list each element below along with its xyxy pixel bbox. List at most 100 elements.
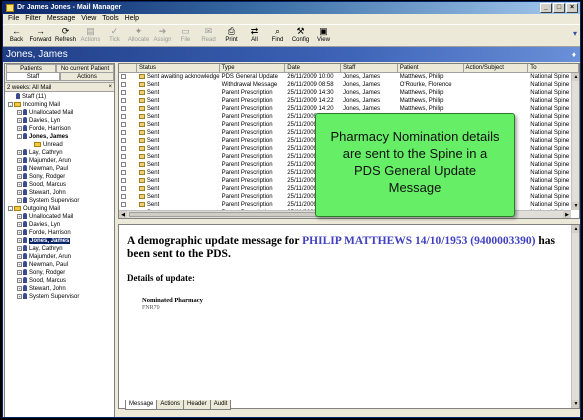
tree-item[interactable]: + Newman, Paul — [5, 165, 114, 173]
menu-help[interactable]: Help — [122, 14, 142, 24]
row-checkbox[interactable] — [121, 121, 126, 127]
file-button[interactable]: ▭ File — [174, 25, 197, 46]
expand-icon[interactable]: + — [17, 245, 22, 251]
expand-icon[interactable]: + — [17, 277, 22, 283]
row-select-cell[interactable] — [119, 73, 137, 81]
expand-icon[interactable]: + — [17, 285, 22, 291]
expand-icon[interactable]: + — [17, 149, 22, 155]
menu-tools[interactable]: Tools — [99, 14, 121, 24]
expand-icon[interactable]: + — [17, 269, 22, 275]
tab-header[interactable]: Header — [183, 400, 211, 410]
column-header-to[interactable]: To — [528, 64, 579, 72]
expand-icon[interactable]: + — [17, 173, 22, 179]
row-checkbox[interactable] — [121, 153, 126, 159]
row-checkbox[interactable] — [121, 81, 126, 87]
tree-item[interactable]: + Lay, Cathryn — [5, 245, 114, 253]
column-header-select[interactable] — [119, 64, 137, 72]
all-button[interactable]: ⇄ All — [243, 25, 266, 46]
tree-item[interactable]: + Davies, Lyn — [5, 117, 114, 125]
row-checkbox[interactable] — [121, 185, 126, 191]
tree-item[interactable]: + Lay, Cathryn — [5, 149, 114, 157]
expand-icon[interactable]: + — [17, 181, 22, 187]
scroll-up-icon[interactable]: ▲ — [572, 73, 579, 81]
print-button[interactable]: ⎙ Print — [220, 25, 243, 46]
menu-filter[interactable]: Filter — [22, 14, 44, 24]
expand-icon[interactable]: + — [17, 293, 22, 299]
tab-actions[interactable]: Actions — [60, 72, 114, 81]
tab-message[interactable]: Message — [125, 400, 158, 410]
close-filter-icon[interactable]: × — [108, 82, 112, 92]
expand-icon[interactable]: + — [17, 197, 22, 203]
tree-item[interactable]: + Majumder, Arun — [5, 157, 114, 165]
view-button[interactable]: ▣ View — [312, 25, 335, 46]
expand-icon[interactable]: + — [17, 213, 22, 219]
column-header-date[interactable]: Date — [285, 64, 342, 72]
row-checkbox[interactable] — [121, 73, 126, 79]
expand-icon[interactable]: + — [17, 229, 22, 235]
expand-icon[interactable]: + — [17, 109, 22, 115]
tree-item[interactable]: + Davies, Lyn — [5, 221, 114, 229]
expand-icon[interactable]: + — [17, 237, 22, 243]
scroll-down-icon[interactable]: ▼ — [572, 202, 579, 210]
forward-button[interactable]: → Forward — [28, 25, 53, 46]
message-vertical-scrollbar[interactable]: ▲ ▼ — [571, 225, 579, 408]
expand-icon[interactable]: + — [17, 117, 22, 123]
toolbar-pin-icon[interactable]: ▾ — [573, 29, 577, 38]
tree-item[interactable]: - Jones, James — [5, 133, 114, 141]
row-select-cell[interactable] — [119, 177, 137, 185]
row-select-cell[interactable] — [119, 105, 137, 113]
scroll-left-icon[interactable]: ◀ — [119, 211, 127, 218]
expand-icon[interactable]: + — [17, 221, 22, 227]
row-select-cell[interactable] — [119, 145, 137, 153]
tree-item[interactable]: + Stewart, John — [5, 285, 114, 293]
table-row[interactable]: Sent Parent Prescription 25/11/2009 14:20 J… — [119, 105, 579, 113]
row-checkbox[interactable] — [121, 193, 126, 199]
config-button[interactable]: ⚒ Config — [289, 25, 312, 46]
tree-item[interactable]: + Sood, Marcus — [5, 277, 114, 285]
read-button[interactable]: ✉ Read — [197, 25, 220, 46]
row-select-cell[interactable] — [119, 185, 137, 193]
close-button[interactable]: × — [566, 3, 578, 13]
expand-icon[interactable]: + — [17, 165, 22, 171]
table-row[interactable]: Sent Parent Prescription 25/11/2009 14:30 J… — [119, 89, 579, 97]
row-checkbox[interactable] — [121, 161, 126, 167]
menu-view[interactable]: View — [78, 14, 99, 24]
row-checkbox[interactable] — [121, 89, 126, 95]
row-checkbox[interactable] — [121, 113, 126, 119]
tree-item[interactable]: + Forde, Harrison — [5, 125, 114, 133]
expand-icon[interactable]: + — [17, 253, 22, 259]
scroll-right-icon[interactable]: ▶ — [563, 211, 571, 218]
table-row[interactable]: Sent awaiting acknowledgem...PDS General… — [119, 73, 579, 81]
row-checkbox[interactable] — [121, 169, 126, 175]
find-button[interactable]: ⌕ Find — [266, 25, 289, 46]
expand-icon[interactable]: + — [17, 261, 22, 267]
row-select-cell[interactable] — [119, 137, 137, 145]
row-checkbox[interactable] — [121, 201, 126, 207]
assign-button[interactable]: ➔ Assign — [151, 25, 174, 46]
column-header-action-subject[interactable]: Action/Subject — [464, 64, 529, 72]
back-button[interactable]: ← Back — [5, 25, 28, 46]
maximize-button[interactable]: □ — [553, 3, 565, 13]
expand-icon[interactable]: + — [17, 125, 22, 131]
menu-file[interactable]: File — [5, 14, 22, 24]
date-filter[interactable]: 2 weeks: All Mail × — [5, 82, 114, 92]
collapse-icon[interactable]: - — [8, 205, 13, 211]
collapse-icon[interactable]: - — [8, 101, 13, 107]
row-select-cell[interactable] — [119, 121, 137, 129]
tab-actions[interactable]: Actions — [156, 400, 185, 410]
tree-item[interactable]: + System Supervisor — [5, 293, 114, 301]
row-select-cell[interactable] — [119, 169, 137, 177]
row-checkbox[interactable] — [121, 137, 126, 143]
tree-item[interactable]: + Sood, Marcus — [5, 181, 114, 189]
tree-item[interactable]: Staff (11) — [5, 93, 114, 101]
column-header-patient[interactable]: Patient — [398, 64, 464, 72]
row-checkbox[interactable] — [121, 129, 126, 135]
expand-icon[interactable]: + — [17, 189, 22, 195]
row-checkbox[interactable] — [121, 97, 126, 103]
row-select-cell[interactable] — [119, 161, 137, 169]
tree-item[interactable]: + Unallocated Mail — [5, 109, 114, 117]
column-header-staff[interactable]: Staff — [341, 64, 398, 72]
tree-item[interactable]: + Sony, Rodger — [5, 173, 114, 181]
row-checkbox[interactable] — [121, 177, 126, 183]
expand-icon[interactable]: + — [17, 157, 22, 163]
